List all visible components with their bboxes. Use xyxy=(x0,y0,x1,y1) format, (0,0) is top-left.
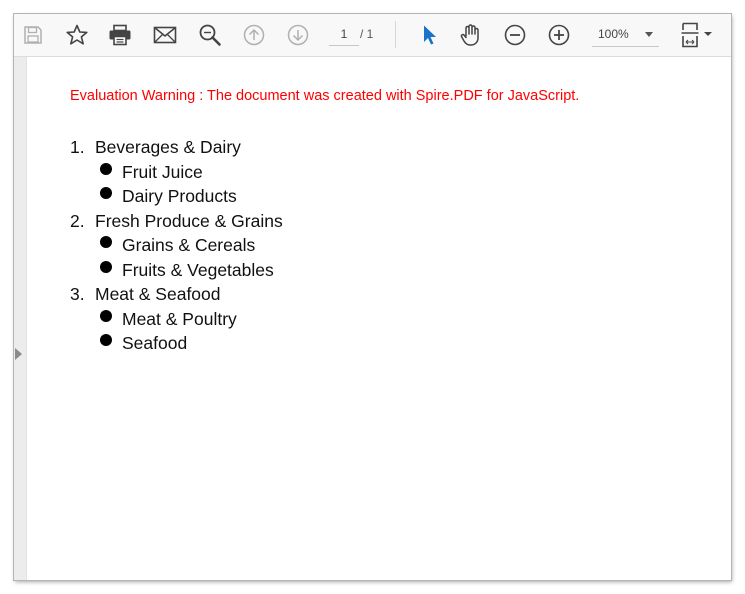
list-number: 3. xyxy=(70,284,85,304)
category-list: 1. Beverages & Dairy Fruit Juice Dairy Prod… xyxy=(70,135,283,356)
category-label: Beverages & Dairy xyxy=(95,137,241,157)
bullet-icon xyxy=(100,260,112,273)
list-number: 2. xyxy=(70,210,85,231)
zoom-in-icon[interactable] xyxy=(545,21,573,49)
sidebar-toggle-strip xyxy=(14,57,27,580)
bullet-icon xyxy=(100,187,112,199)
save-icon[interactable] xyxy=(19,21,47,49)
toolbar-divider xyxy=(395,21,396,48)
page-total-label: / 1 xyxy=(360,27,374,41)
list-category: 2. Fresh Produce & Grains xyxy=(70,209,283,234)
previous-page-icon[interactable] xyxy=(240,21,268,49)
email-icon[interactable] xyxy=(151,21,179,49)
select-cursor-icon[interactable] xyxy=(415,21,443,49)
list-item-label: Seafood xyxy=(122,333,188,353)
list-item-label: Fruit Juice xyxy=(122,161,203,182)
zoom-out-icon[interactable] xyxy=(501,21,529,49)
list-item-label: Grains & Cereals xyxy=(122,235,256,255)
list-item: Meat & Poultry xyxy=(70,307,283,332)
list-item: Grains & Cereals xyxy=(70,233,283,258)
list-item: Fruit Juice xyxy=(70,160,283,185)
list-category: 3. Meat & Seafood xyxy=(70,282,283,307)
page-number-input[interactable] xyxy=(329,23,359,46)
sidebar-expand-icon[interactable] xyxy=(15,348,22,360)
list-item-label: Fruits & Vegetables xyxy=(122,259,274,280)
print-icon[interactable] xyxy=(106,21,134,49)
category-label: Fresh Produce & Grains xyxy=(95,210,283,231)
evaluation-warning: Evaluation Warning : The document was cr… xyxy=(70,88,580,104)
toolbar: / 1 xyxy=(14,14,731,57)
bullet-icon xyxy=(100,236,112,248)
pdf-viewer-window: / 1 xyxy=(14,14,731,580)
list-item: Fruits & Vegetables xyxy=(70,258,283,283)
zoom-select[interactable]: 100% xyxy=(592,22,659,47)
list-item-label: Dairy Products xyxy=(122,186,237,206)
document-page: Evaluation Warning : The document was cr… xyxy=(27,57,731,580)
next-page-icon[interactable] xyxy=(284,21,312,49)
bookmark-star-icon[interactable] xyxy=(63,21,91,49)
search-icon[interactable] xyxy=(196,21,224,49)
list-item: Seafood xyxy=(70,331,283,356)
list-number: 1. xyxy=(70,137,85,157)
list-category: 1. Beverages & Dairy xyxy=(70,135,283,160)
fit-page-icon[interactable] xyxy=(678,21,718,49)
list-item-label: Meat & Poultry xyxy=(122,308,237,329)
bullet-icon xyxy=(100,334,112,346)
hand-pan-icon[interactable] xyxy=(457,21,485,49)
bullet-icon xyxy=(100,162,112,175)
zoom-value: 100% xyxy=(598,27,629,41)
chevron-down-icon xyxy=(645,32,653,37)
category-label: Meat & Seafood xyxy=(95,284,221,304)
list-item: Dairy Products xyxy=(70,184,283,209)
bullet-icon xyxy=(100,309,112,322)
